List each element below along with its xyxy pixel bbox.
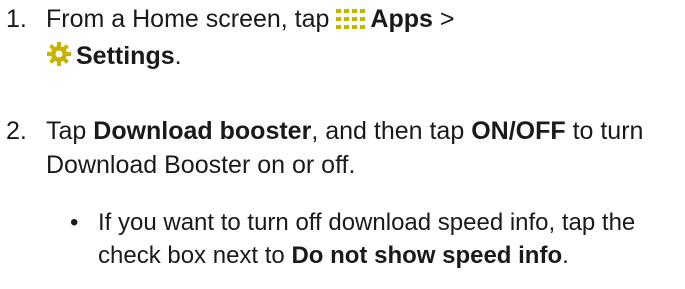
- step-text-part: >: [432, 5, 455, 33]
- instructions-document: 1. From a Home screen, tap Apps > Settin…: [0, 0, 685, 289]
- step-text-part: , and then tap: [311, 117, 472, 145]
- step-number: 1.: [6, 5, 27, 33]
- apps-label: Apps: [370, 5, 433, 33]
- step-text: From a Home screen, tap Apps > Settings.: [46, 2, 685, 76]
- step-text-part: Tap: [46, 117, 94, 145]
- bullet-symbol: •: [70, 209, 79, 236]
- settings-gear-icon: [46, 41, 72, 76]
- bullet-text: If you want to turn off download speed i…: [98, 206, 681, 272]
- step-1: 1. From a Home screen, tap Apps > Settin…: [0, 2, 685, 76]
- onoff-label: ON/OFF: [471, 117, 566, 145]
- bullet-text-part: .: [562, 242, 569, 269]
- do-not-show-label: Do not show speed info: [291, 242, 563, 269]
- step-text-part: From a Home screen, tap: [46, 5, 337, 33]
- step-text: Tap Download booster, and then tap ON/OF…: [46, 114, 685, 182]
- settings-label: Settings: [76, 42, 175, 70]
- bullet-item: • If you want to turn off download speed…: [66, 206, 681, 272]
- apps-grid-icon: [336, 5, 366, 39]
- download-booster-label: Download booster: [93, 117, 312, 145]
- step-text-part: .: [174, 42, 182, 70]
- step-2: 2. Tap Download booster, and then tap ON…: [0, 114, 685, 182]
- step-number: 2.: [6, 117, 27, 145]
